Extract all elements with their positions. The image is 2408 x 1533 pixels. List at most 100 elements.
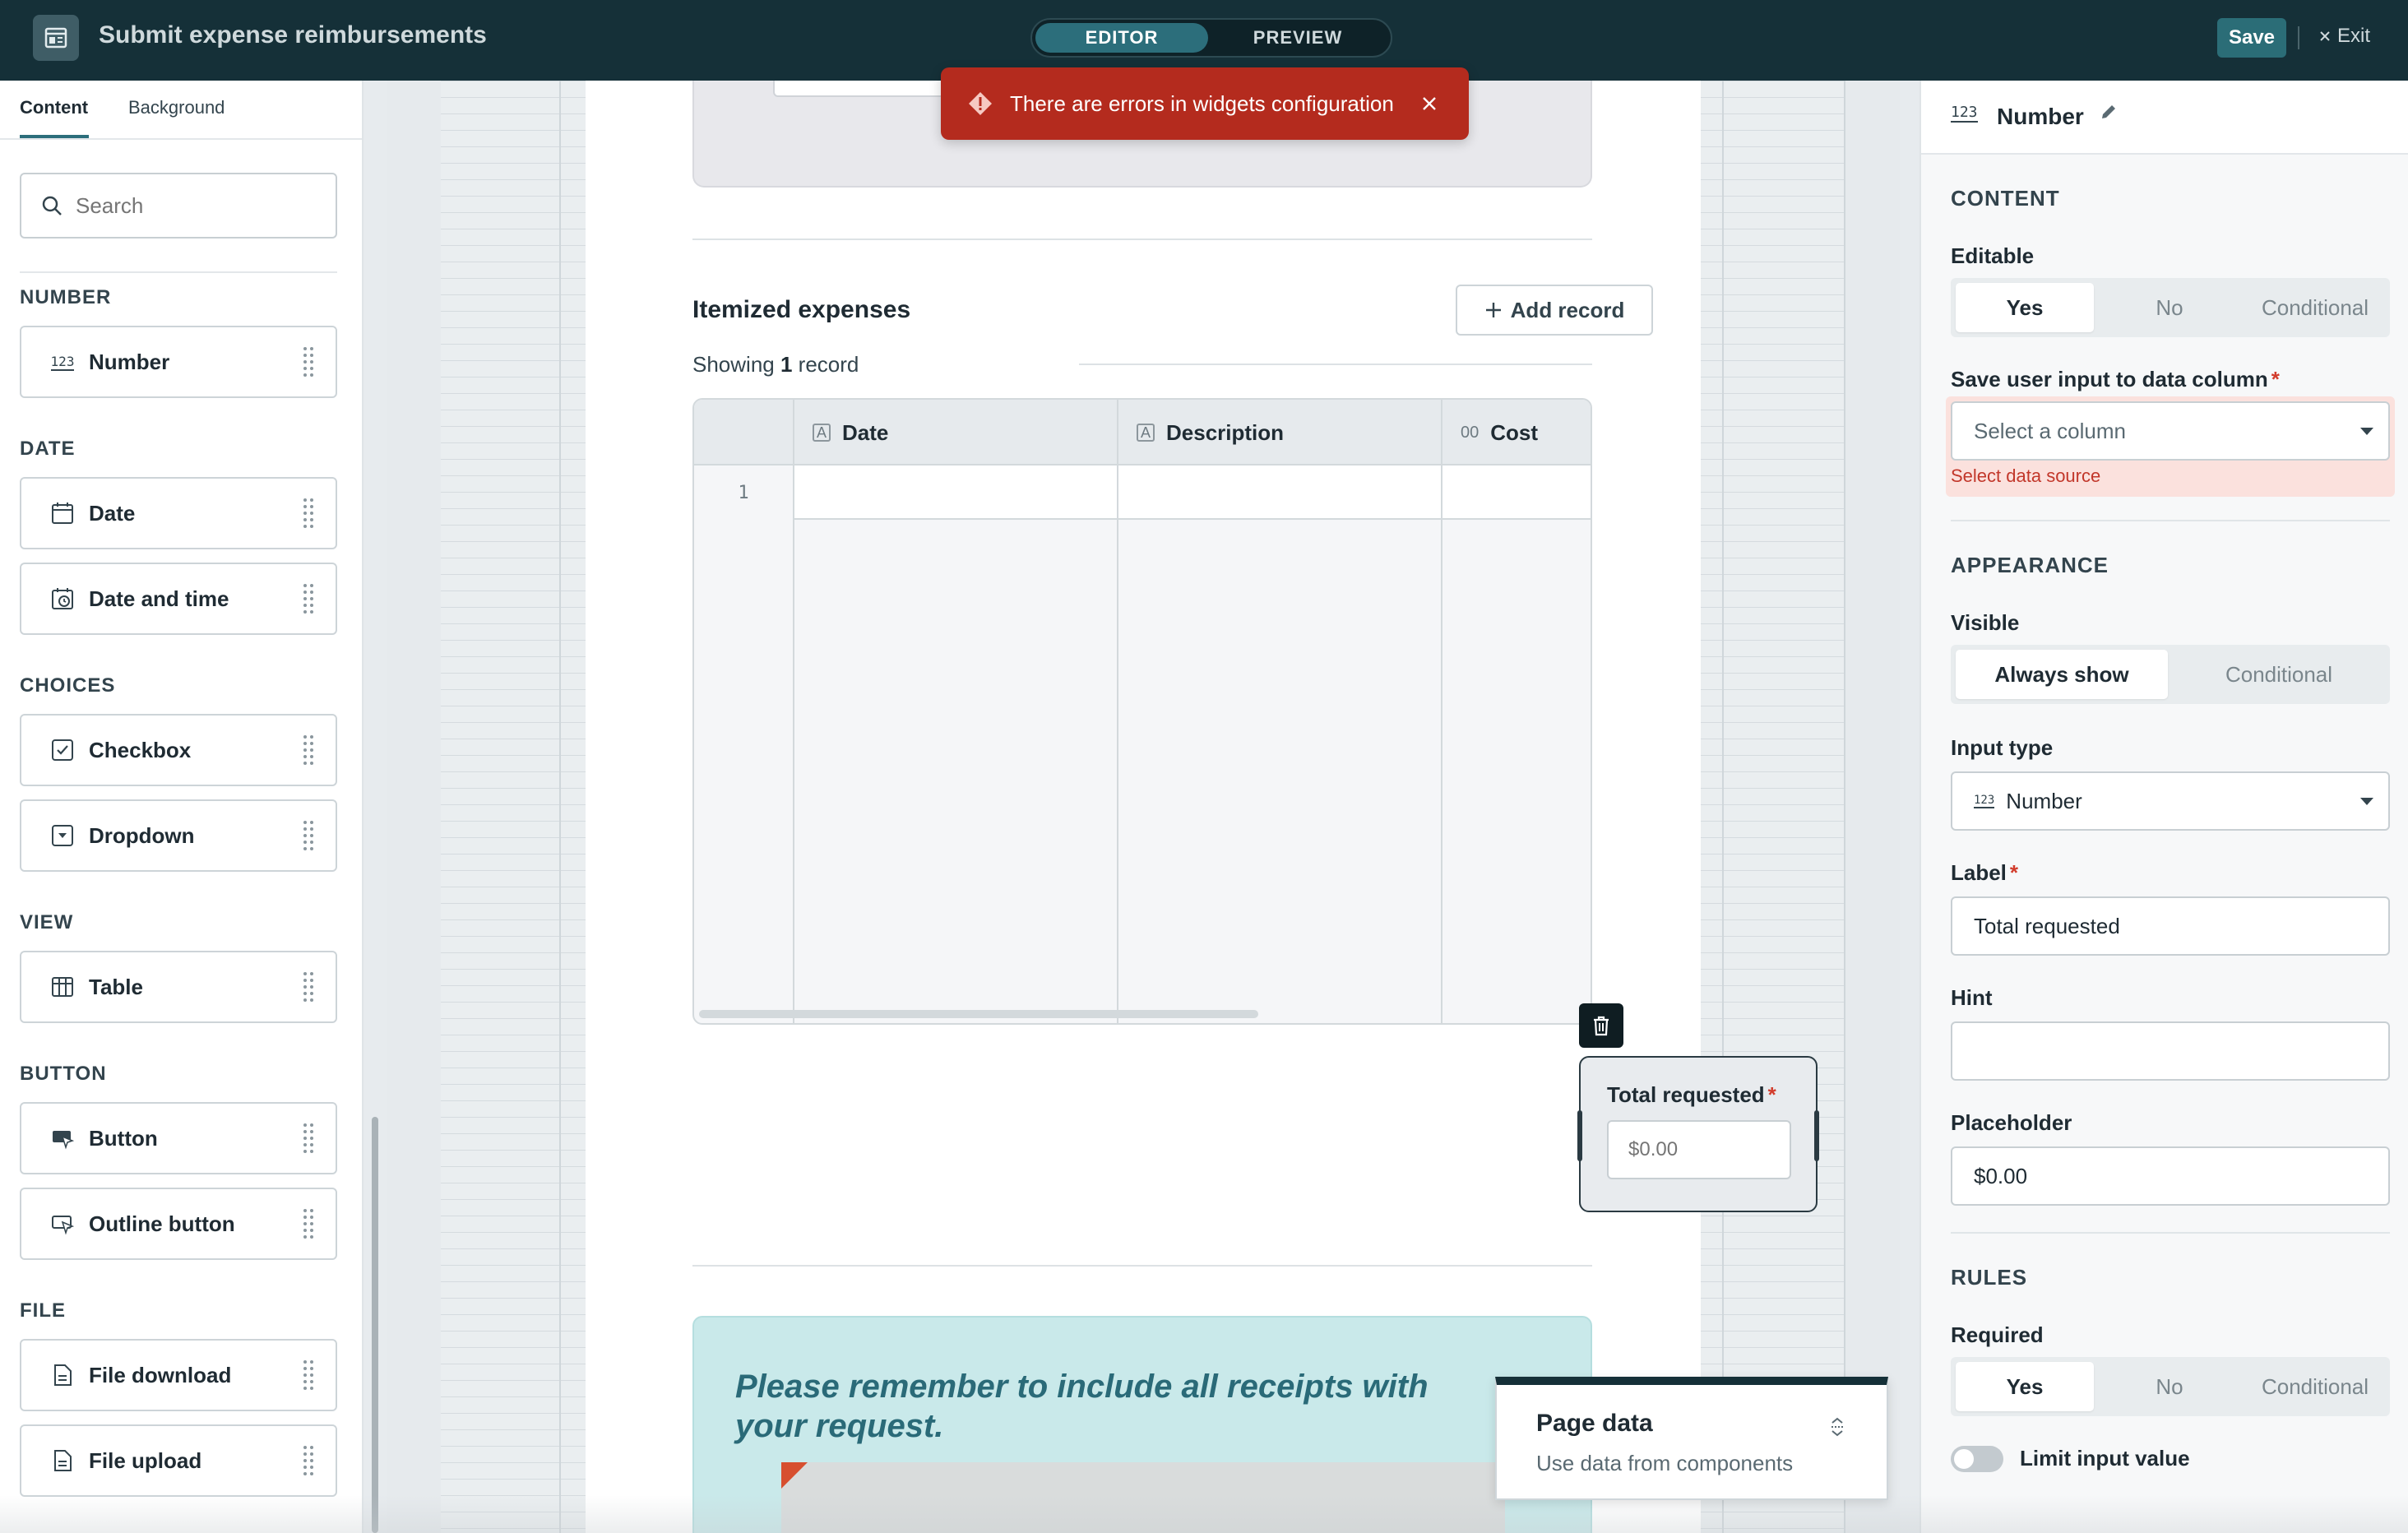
component-label: Button (89, 1125, 158, 1151)
preview-mode-button[interactable]: PREVIEW (1211, 23, 1384, 53)
limit-input-toggle[interactable] (1951, 1446, 2003, 1472)
table-row[interactable] (694, 465, 1591, 520)
page-data-title: Page data (1536, 1410, 1653, 1437)
button-cursor-icon (48, 1123, 77, 1153)
left-panel-scrollbar[interactable] (372, 1117, 378, 1533)
tab-content[interactable]: Content (20, 97, 88, 118)
text-type-icon: A (1137, 424, 1155, 442)
app-icon (33, 15, 79, 61)
section-date: DATE (20, 438, 76, 460)
mode-toggle: EDITOR PREVIEW (1030, 18, 1392, 58)
table-horizontal-scrollbar[interactable] (699, 1010, 1258, 1018)
editable-no-option[interactable]: No (2100, 283, 2239, 332)
dropdown-icon (48, 821, 77, 850)
component-file-download[interactable]: File download (20, 1339, 337, 1411)
placeholder-input[interactable] (1951, 1146, 2390, 1206)
save-button[interactable]: Save (2217, 18, 2286, 58)
column-header-cost[interactable]: 00 Cost (1441, 400, 1591, 465)
editable-yes-option[interactable]: Yes (1956, 283, 2094, 332)
component-button[interactable]: Button (20, 1102, 337, 1174)
editor-mode-button[interactable]: EDITOR (1035, 23, 1208, 53)
hint-label: Hint (1951, 985, 1993, 1010)
resize-handle-right[interactable] (1814, 1110, 1819, 1161)
inner-field[interactable] (773, 81, 946, 97)
add-record-button[interactable]: Add record (1456, 285, 1653, 336)
column-label: Cost (1490, 419, 1539, 445)
search-input[interactable] (76, 192, 322, 219)
warning-icon (969, 92, 992, 115)
visible-label: Visible (1951, 610, 2020, 635)
label-field-label: Label * (1951, 860, 2018, 886)
required-no-option[interactable]: No (2100, 1362, 2239, 1411)
error-message: There are errors in widgets configuratio… (1010, 90, 1394, 116)
toast-close-button[interactable] (1416, 90, 1442, 117)
column-select-error-wrap: Select a column Select data source (1946, 396, 2395, 497)
visible-conditional-option[interactable]: Conditional (2173, 650, 2385, 699)
exit-button[interactable]: Exit (2319, 25, 2370, 48)
search-field[interactable] (20, 173, 337, 239)
expand-collapse-icon[interactable] (1829, 1416, 1845, 1438)
input-type-select[interactable]: 123 Number (1951, 771, 2390, 831)
text-type-icon: A (813, 424, 831, 442)
section-choices: CHOICES (20, 674, 116, 697)
grid-line (1722, 81, 1724, 1533)
component-date-time[interactable]: Date and time (20, 563, 337, 635)
data-column-select[interactable]: Select a column (1951, 401, 2390, 461)
editable-conditional-option[interactable]: Conditional (2245, 283, 2385, 332)
label-input[interactable] (1951, 896, 2390, 956)
drag-handle-icon[interactable] (303, 734, 314, 770)
section-view: VIEW (20, 911, 74, 933)
delete-widget-button[interactable] (1579, 1003, 1623, 1048)
section-file: FILE (20, 1299, 66, 1322)
page-data-subtitle: Use data from components (1536, 1451, 1794, 1475)
pencil-icon[interactable] (2099, 102, 2119, 122)
drag-handle-icon[interactable] (303, 1122, 314, 1158)
input-type-value: Number (2006, 788, 2082, 813)
receipts-note-container[interactable]: Please remember to include all receipts … (692, 1316, 1592, 1533)
save-column-label: Save user input to data column * (1951, 367, 2280, 392)
drag-handle-icon[interactable] (303, 970, 314, 1007)
drag-handle-icon[interactable] (303, 1359, 314, 1395)
drag-handle-icon[interactable] (303, 497, 314, 533)
drag-handle-icon[interactable] (303, 819, 314, 855)
outline-button-cursor-icon (48, 1209, 77, 1239)
drag-handle-icon[interactable] (303, 345, 314, 382)
drag-handle-icon[interactable] (303, 1207, 314, 1244)
showing-prefix: Showing (692, 352, 775, 377)
component-label: Date and time (89, 586, 229, 611)
calendar-clock-icon (48, 584, 77, 614)
rules-section-title: RULES (1951, 1265, 2028, 1290)
editable-label: Editable (1951, 243, 2035, 268)
total-requested-widget[interactable]: Total requested * (1577, 1056, 1819, 1212)
component-checkbox[interactable]: Checkbox (20, 714, 337, 786)
component-date[interactable]: Date (20, 477, 337, 549)
component-number[interactable]: 123 Number (20, 326, 337, 398)
grid-line (559, 81, 561, 1533)
tab-background[interactable]: Background (128, 97, 225, 118)
component-outline-button[interactable]: Outline button (20, 1188, 337, 1260)
number-icon: 123 (1951, 104, 1978, 123)
drag-handle-icon[interactable] (303, 582, 314, 618)
showing-suffix: record (798, 352, 859, 377)
component-label: Dropdown (89, 822, 195, 848)
hint-input[interactable] (1951, 1021, 2390, 1081)
required-mark: * (2009, 860, 2019, 885)
file-download-icon (48, 1360, 77, 1390)
component-file-upload[interactable]: File upload (20, 1424, 337, 1497)
visible-always-show-option[interactable]: Always show (1956, 650, 2168, 699)
total-requested-input[interactable] (1607, 1120, 1791, 1179)
record-count-line (1079, 364, 1592, 365)
component-table[interactable]: Table (20, 951, 337, 1023)
required-yes-option[interactable]: Yes (1956, 1362, 2094, 1411)
resize-handle-left[interactable] (1577, 1110, 1582, 1161)
section-divider (1951, 1232, 2390, 1234)
caret-down-icon (2360, 428, 2373, 435)
required-conditional-option[interactable]: Conditional (2245, 1362, 2385, 1411)
drag-handle-icon[interactable] (303, 1444, 314, 1480)
component-dropdown[interactable]: Dropdown (20, 799, 337, 872)
expenses-table[interactable]: 1 A Date A Description 00 Cost (692, 398, 1592, 1025)
page-data-panel[interactable]: Page data Use data from components (1495, 1377, 1888, 1500)
column-header-description[interactable]: A Description (1117, 400, 1441, 465)
record-count: Showing 1 record (692, 352, 859, 377)
column-header-date[interactable]: A Date (793, 400, 1117, 465)
